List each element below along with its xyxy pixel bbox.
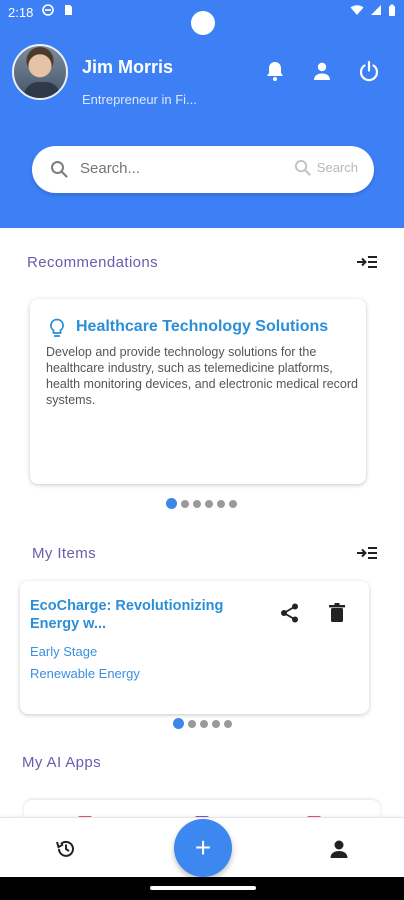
home-gesture-handle[interactable]: [150, 886, 256, 890]
search-button[interactable]: Search: [294, 159, 358, 176]
recommendations-pager: [166, 498, 237, 509]
profile-icon[interactable]: [328, 838, 350, 860]
view-all-recommendations-icon[interactable]: [356, 254, 378, 270]
person-icon: [314, 62, 330, 80]
notifications-button[interactable]: [264, 60, 286, 82]
search-icon: [294, 159, 311, 176]
pager-dot[interactable]: [193, 499, 201, 508]
pager-dot[interactable]: [224, 719, 232, 728]
pager-dot[interactable]: [212, 719, 220, 728]
profile-button[interactable]: [311, 60, 333, 82]
pager-dot[interactable]: [217, 499, 225, 508]
pager-dot-active[interactable]: [166, 498, 177, 509]
delete-icon[interactable]: [326, 602, 348, 624]
bell-icon: [267, 62, 283, 81]
pager-dot[interactable]: [205, 499, 213, 508]
history-icon[interactable]: [55, 838, 77, 860]
item-card[interactable]: EcoCharge: Revolutionizing Energy w... E…: [20, 581, 369, 714]
item-title: EcoCharge: Revolutionizing Energy w...: [30, 598, 224, 632]
pager-dot-active[interactable]: [173, 718, 184, 729]
pager-dot[interactable]: [229, 499, 237, 508]
search-input[interactable]: [80, 160, 280, 177]
lightbulb-icon: [50, 318, 64, 337]
pager-dot[interactable]: [200, 719, 208, 728]
search-button-label: Search: [316, 160, 358, 175]
item-category: Renewable Energy: [30, 666, 140, 681]
my-items-title: My Items: [32, 545, 97, 562]
share-icon[interactable]: [279, 602, 301, 624]
pager-dot[interactable]: [181, 499, 189, 508]
app-header: 2:18 Jim Morris Entrepreneur in Fi... Se…: [0, 0, 404, 228]
recommendation-description: Develop and provide technology solutions…: [46, 345, 358, 407]
camera-cutout: [191, 11, 215, 35]
recommendations-title: Recommendations: [27, 254, 159, 271]
user-subtitle: Entrepreneur in Fi...: [82, 92, 197, 107]
search-bar: Search: [32, 146, 374, 193]
system-navigation-bar: [0, 877, 404, 900]
battery-icon: [389, 4, 395, 16]
items-pager: [173, 718, 232, 729]
logout-button[interactable]: [358, 60, 380, 82]
recommendation-card[interactable]: Healthcare Technology Solutions Develop …: [30, 299, 366, 484]
my-ai-apps-title: My AI Apps: [22, 754, 102, 771]
vpn-icon: [42, 4, 54, 16]
pager-dot[interactable]: [188, 719, 196, 728]
add-button[interactable]: +: [174, 819, 232, 877]
sim-icon: [65, 5, 72, 15]
avatar[interactable]: [12, 44, 68, 100]
recommendation-title: Healthcare Technology Solutions: [76, 318, 329, 335]
item-stage: Early Stage: [30, 644, 98, 659]
status-right: [350, 4, 396, 17]
status-time: 2:18: [8, 5, 34, 20]
power-icon: [359, 60, 379, 82]
signal-icon: [371, 5, 381, 15]
search-icon: [51, 161, 68, 178]
add-icon: +: [194, 832, 212, 863]
user-name: Jim Morris: [82, 57, 174, 77]
wifi-icon: [350, 5, 364, 15]
view-all-items-icon[interactable]: [356, 545, 378, 561]
